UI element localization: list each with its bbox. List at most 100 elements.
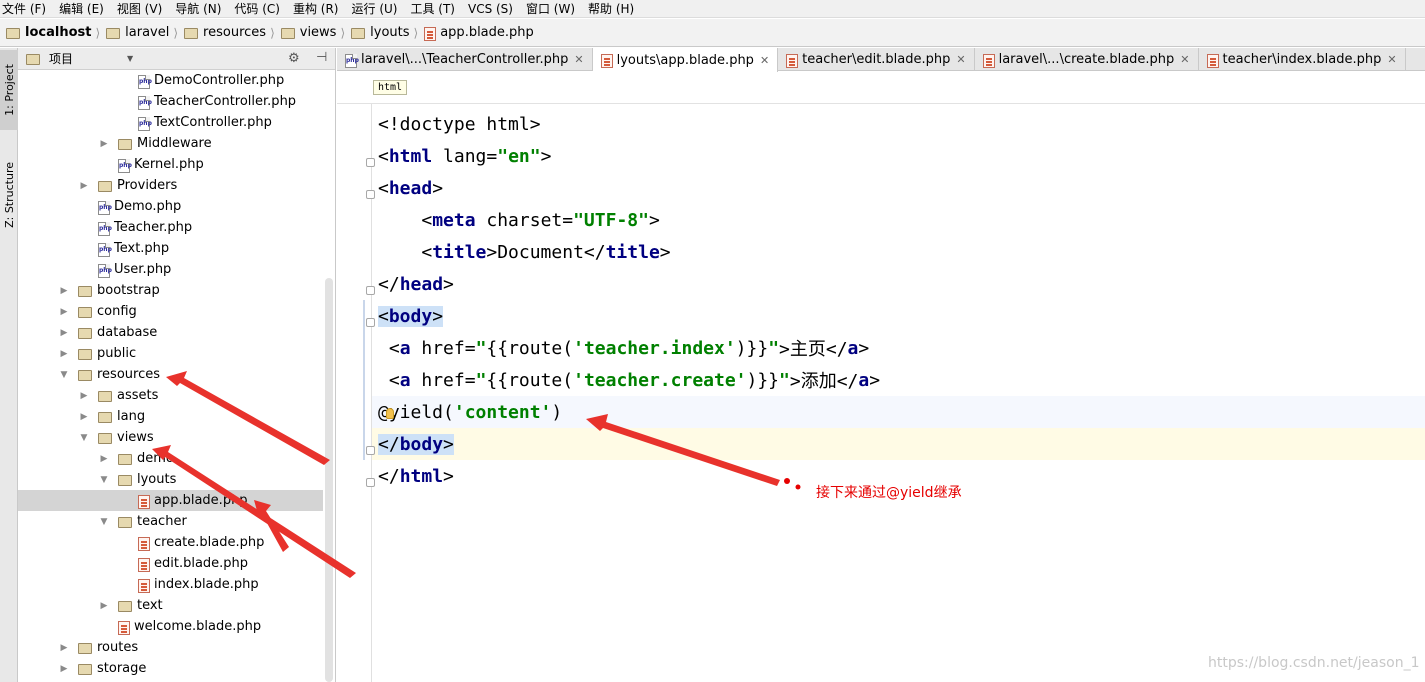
tree-item[interactable]: ▶ Providers [18,175,323,196]
tree-item[interactable]: ▶ storage [18,658,323,679]
code-line: < a href= " {{route('teacher.create')}} " >添加… [378,364,880,396]
code-token: meta [432,209,476,231]
collapsed-arrow-icon[interactable]: ▶ [78,412,90,422]
tree-item[interactable]: ▶phpText.php [18,238,323,259]
collapsed-arrow-icon[interactable]: ▶ [98,601,110,611]
tree-item[interactable]: ▶ bootstrap [18,280,323,301]
tree-item[interactable]: ▶ config [18,301,323,322]
fold-marker-icon[interactable] [366,478,375,487]
tree-item[interactable]: ▶phpTeacher.php [18,217,323,238]
tree-item[interactable]: ▶ demo [18,448,323,469]
editor-tab[interactable]: teacher\edit.blade.php ✕ [778,48,975,71]
menu-item[interactable]: VCS (S) [468,2,513,16]
tree-item[interactable]: ▶ public [18,343,323,364]
tree-item[interactable]: ▶phpDemoController.php [18,70,323,91]
tree-item[interactable]: ▶app.blade.php [18,490,323,511]
menu-item[interactable]: 帮助 (H) [588,0,634,17]
tree-item[interactable]: ▶ database [18,322,323,343]
php-file-icon: php [345,53,359,68]
close-icon[interactable]: ✕ [1387,53,1396,66]
tree-item[interactable]: ▶phpUser.php [18,259,323,280]
tree-item-label: Demo.php [114,199,182,214]
breadcrumb-label: app.blade.php [440,25,534,40]
tree-item[interactable]: ▶phpTextController.php [18,112,323,133]
structure-tool-tab[interactable]: Z: Structure [0,140,18,250]
breadcrumb-item[interactable]: app.blade.php [424,25,534,41]
collapsed-arrow-icon[interactable]: ▶ [78,181,90,191]
collapsed-arrow-icon[interactable]: ▶ [58,643,70,653]
menu-item[interactable]: 导航 (N) [175,0,221,17]
expanded-arrow-icon[interactable]: ▼ [98,517,110,527]
collapsed-arrow-icon[interactable]: ▶ [58,307,70,317]
breadcrumb-item[interactable]: localhost ⟩ [6,25,106,40]
collapsed-arrow-icon[interactable]: ▶ [58,328,70,338]
menu-item[interactable]: 重构 (R) [293,0,339,17]
code-token: > [432,177,444,199]
collapsed-arrow-icon[interactable]: ▶ [58,349,70,359]
fold-marker-icon[interactable] [366,158,375,167]
collapsed-arrow-icon[interactable]: ▶ [58,664,70,674]
code-token: a [858,369,870,391]
tree-item[interactable]: ▶edit.blade.php [18,553,323,574]
tree-item[interactable]: ▶ assets [18,385,323,406]
chevron-down-icon[interactable]: ▼ [127,54,133,63]
tree-scrollbar[interactable] [325,278,333,682]
close-icon[interactable]: ✕ [760,54,769,67]
code-editor[interactable]: <!doctype html> < html lang= "en" > < head > < m… [372,104,1425,682]
blade-file-icon [138,494,150,509]
editor-tab[interactable]: laravel\...\create.blade.php ✕ [975,48,1199,71]
menu-item[interactable]: 工具 (T) [410,0,455,17]
gear-icon[interactable]: ⚙ [288,51,300,66]
collapsed-arrow-icon[interactable]: ▶ [98,454,110,464]
code-line: < meta charset= "UTF-8" > [378,204,659,236]
breadcrumb-item[interactable]: laravel ⟩ [106,25,184,40]
fold-marker-icon[interactable] [366,286,375,295]
collapsed-arrow-icon[interactable]: ▶ [98,139,110,149]
expanded-arrow-icon[interactable]: ▼ [78,433,90,443]
menu-item[interactable]: 文件 (F) [2,0,46,17]
menu-item[interactable]: 编辑 (E) [59,0,104,17]
tree-item[interactable]: ▶welcome.blade.php [18,616,323,637]
editor-tab[interactable]: php laravel\...\TeacherController.php ✕ [337,48,593,71]
close-icon[interactable]: ✕ [956,53,965,66]
tree-item[interactable]: ▼ lyouts [18,469,323,490]
tree-item[interactable]: ▶index.blade.php [18,574,323,595]
menu-item[interactable]: 视图 (V) [117,0,162,17]
expanded-arrow-icon[interactable]: ▼ [58,370,70,380]
tree-item[interactable]: ▶ routes [18,637,323,658]
tree-item[interactable]: ▶ Middleware [18,133,323,154]
hide-panel-icon[interactable]: ⊣ [316,50,327,65]
breadcrumb-item[interactable]: views ⟩ [280,25,351,40]
tree-item[interactable]: ▶phpKernel.php [18,154,323,175]
tree-item[interactable]: ▼ resources [18,364,323,385]
editor-tab[interactable]: teacher\index.blade.php ✕ [1199,48,1406,71]
tree-item[interactable]: ▼ teacher [18,511,323,532]
folder-icon [184,28,199,39]
intention-bulb-icon[interactable] [386,408,394,419]
project-tool-tab[interactable]: 1: Project [0,50,18,130]
tree-item[interactable]: ▶create.blade.php [18,532,323,553]
close-icon[interactable]: ✕ [1180,53,1189,66]
editor-tab[interactable]: lyouts\app.blade.php ✕ [592,48,779,72]
collapsed-arrow-icon[interactable]: ▶ [78,391,90,401]
fold-marker-icon[interactable] [366,446,375,455]
collapsed-arrow-icon[interactable]: ▶ [58,286,70,296]
tree-item[interactable]: ▶phpTeacherController.php [18,91,323,112]
breadcrumb-item[interactable]: lyouts ⟩ [351,25,424,40]
close-icon[interactable]: ✕ [574,53,583,66]
tree-item[interactable]: ▼ views [18,427,323,448]
tree-item[interactable]: ▶phpDemo.php [18,196,323,217]
menu-item[interactable]: 运行 (U) [352,0,398,17]
menu-item[interactable]: 窗口 (W) [526,0,575,17]
fold-marker-icon[interactable] [366,318,375,327]
menu-item[interactable]: 代码 (C) [234,0,280,17]
tree-item[interactable]: ▶ lang [18,406,323,427]
breadcrumb-item[interactable]: resources ⟩ [184,25,281,40]
project-view-selector[interactable]: 项目 [49,50,73,67]
expanded-arrow-icon[interactable]: ▼ [98,475,110,485]
code-line: < body > [378,300,444,332]
tree-item[interactable]: ▶ text [18,595,323,616]
blade-file-icon [138,557,150,572]
fold-marker-icon[interactable] [366,190,375,199]
editor-breadcrumb-html[interactable]: html [373,80,408,95]
